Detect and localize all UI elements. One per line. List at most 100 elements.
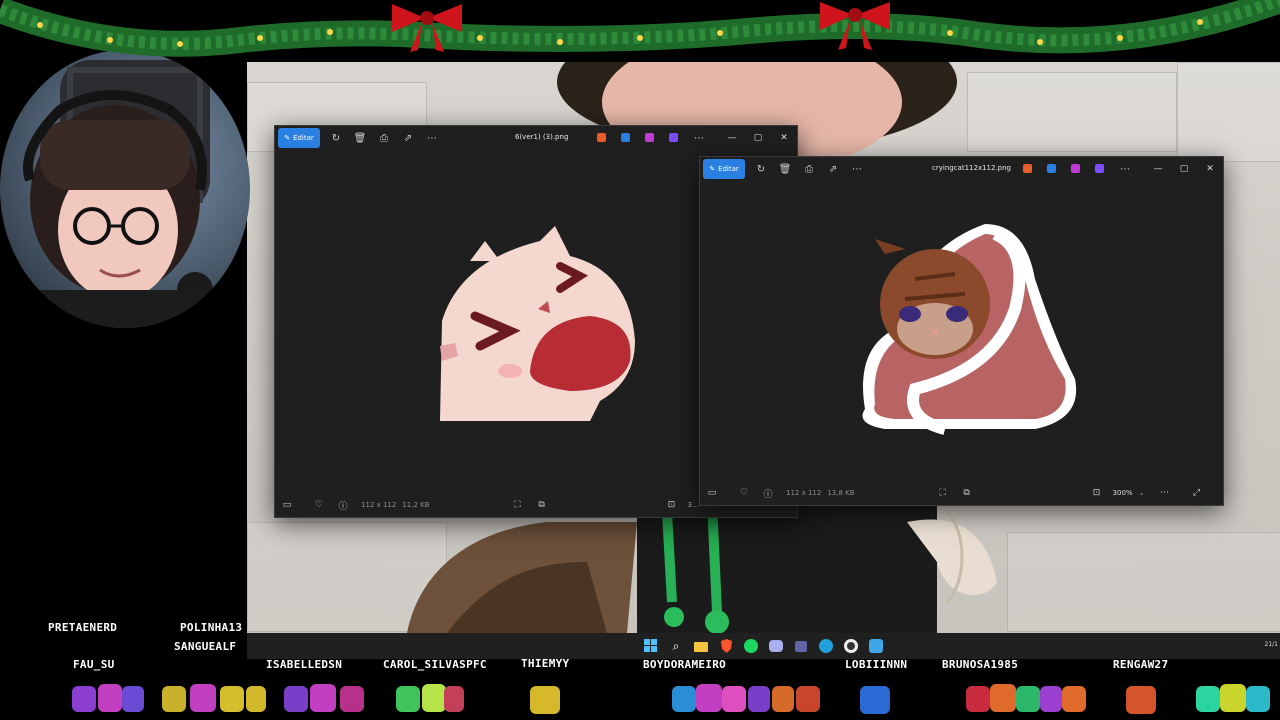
edit-button[interactable]: ✎ Editar bbox=[703, 159, 745, 179]
photo-viewer-window-right[interactable]: ✎ Editar ↻ 🗑 ⎙ ⇗ ⋯ cryingcat112x112.png … bbox=[699, 156, 1224, 506]
overlay-username: BRUNOSA1985 bbox=[942, 658, 1019, 671]
favorite-icon[interactable]: ♡ bbox=[307, 500, 331, 510]
window-controls: — ▢ ✕ bbox=[719, 126, 797, 150]
maximize-icon[interactable]: ▢ bbox=[1171, 157, 1197, 181]
paint-icon[interactable] bbox=[1047, 164, 1056, 173]
overlay-username: CAROL_SILVASPFC bbox=[383, 658, 487, 671]
photos-icon[interactable] bbox=[866, 636, 886, 656]
critter-sprite bbox=[1196, 684, 1270, 712]
clipchamp-icon[interactable] bbox=[669, 133, 678, 142]
overlay-username: THIEMYY bbox=[521, 657, 570, 670]
critter-sprite bbox=[396, 684, 464, 712]
print-icon[interactable]: ⎙ bbox=[372, 128, 396, 148]
overlay-username: RENGAW27 bbox=[1113, 658, 1169, 671]
designer-icon[interactable] bbox=[645, 133, 654, 142]
more-icon[interactable]: ⋯ bbox=[687, 128, 711, 148]
edit-icon: ✎ bbox=[284, 134, 291, 142]
filmstrip-icon[interactable]: ▭ bbox=[700, 488, 724, 498]
copilot-icon[interactable] bbox=[597, 133, 606, 142]
more-icon[interactable]: ⋯ bbox=[420, 128, 444, 148]
search-icon[interactable]: ⌕ bbox=[666, 636, 686, 656]
obs-icon[interactable] bbox=[841, 636, 861, 656]
windows-start-icon[interactable] bbox=[641, 636, 661, 656]
close-icon[interactable]: ✕ bbox=[1197, 157, 1223, 181]
overlay-username: PRETAENERD bbox=[48, 621, 118, 634]
crying-cat-emote bbox=[862, 224, 1077, 435]
delete-icon[interactable]: 🗑 bbox=[348, 128, 372, 148]
more-icon[interactable]: ⋯ bbox=[1152, 488, 1176, 498]
chevron-down-icon[interactable]: ⌄ bbox=[1139, 489, 1145, 497]
laughing-cat-emote bbox=[440, 226, 635, 421]
image-dimensions: 112 x 112 bbox=[361, 501, 397, 509]
designer-icon[interactable] bbox=[1071, 164, 1080, 173]
edit-label: Editar bbox=[293, 134, 314, 142]
teams-icon[interactable] bbox=[791, 636, 811, 656]
share-icon[interactable]: ⇗ bbox=[396, 128, 420, 148]
minimize-icon[interactable]: — bbox=[1145, 157, 1171, 181]
rotate-icon[interactable]: ↻ bbox=[324, 128, 348, 148]
fullscreen-icon[interactable]: ⤢ bbox=[1184, 488, 1208, 498]
overlay-username: SANGUEALF bbox=[174, 640, 237, 653]
brave-browser-icon[interactable] bbox=[716, 636, 736, 656]
file-name: cryingcat112x112.png bbox=[932, 164, 1011, 172]
zoom-level[interactable]: 3... bbox=[688, 501, 699, 509]
fit-icon[interactable]: ⊡ bbox=[1085, 488, 1109, 498]
fit-icon[interactable]: ⊡ bbox=[660, 500, 684, 510]
file-name: 6(ver1) (3).png bbox=[515, 133, 569, 141]
info-icon[interactable]: ⓘ bbox=[756, 487, 780, 500]
critter-sprite bbox=[162, 684, 266, 712]
critter-sprite bbox=[284, 684, 364, 712]
zoom-level[interactable]: 300% bbox=[1113, 489, 1133, 497]
file-size: 11,2 KB bbox=[402, 501, 430, 509]
rotate-icon[interactable]: ↻ bbox=[749, 159, 773, 179]
filmstrip-icon[interactable]: ▭ bbox=[275, 500, 299, 510]
christmas-garland bbox=[0, 0, 1280, 57]
file-size: 13,8 KB bbox=[827, 489, 855, 497]
crop-icon[interactable]: ⧉ bbox=[530, 500, 554, 510]
viewer-titlebar: ✎ Editar ↻ 🗑 ⎙ ⇗ ⋯ cryingcat112x112.png … bbox=[700, 157, 1223, 181]
spotify-icon[interactable] bbox=[741, 636, 761, 656]
critter-sprite bbox=[860, 686, 890, 714]
image-dimensions: 112 x 112 bbox=[786, 489, 822, 497]
share-icon[interactable]: ⇗ bbox=[821, 159, 845, 179]
app-shortcuts bbox=[1023, 164, 1104, 173]
edit-button[interactable]: ✎ Editar bbox=[278, 128, 320, 148]
edge-icon[interactable] bbox=[816, 636, 836, 656]
edit-label: Editar bbox=[718, 165, 739, 173]
critter-sprite bbox=[966, 684, 1086, 712]
maximize-icon[interactable]: ▢ bbox=[745, 126, 771, 150]
copilot-icon[interactable] bbox=[1023, 164, 1032, 173]
critter-sprite bbox=[530, 686, 560, 714]
window-controls: — ▢ ✕ bbox=[1145, 157, 1223, 181]
discord-icon[interactable] bbox=[766, 636, 786, 656]
overlay-username: POLINHA13 bbox=[180, 621, 243, 634]
more-icon[interactable]: ⋯ bbox=[845, 159, 869, 179]
favorite-icon[interactable]: ♡ bbox=[732, 488, 756, 498]
close-icon[interactable]: ✕ bbox=[771, 126, 797, 150]
fit-icon[interactable]: ⛶ bbox=[506, 500, 530, 510]
info-icon[interactable]: ⓘ bbox=[331, 499, 355, 512]
file-explorer-icon[interactable] bbox=[691, 636, 711, 656]
app-shortcuts bbox=[597, 133, 678, 142]
overlay-username: BOYDORAMEIRO bbox=[643, 658, 727, 671]
clipchamp-icon[interactable] bbox=[1095, 164, 1104, 173]
stream-scene: ✎ Editar ↻ 🗑 ⎙ ⇗ ⋯ 6(ver1) (3).png ⋯ — ▢… bbox=[0, 0, 1280, 720]
overlay-username: ISABELLEDSN bbox=[266, 658, 343, 671]
pixel-critters-row bbox=[72, 684, 1270, 714]
paint-icon[interactable] bbox=[621, 133, 630, 142]
taskbar-clock[interactable]: 21/1 bbox=[1265, 641, 1278, 648]
delete-icon[interactable]: 🗑 bbox=[773, 159, 797, 179]
fit-icon[interactable]: ⛶ bbox=[931, 488, 955, 498]
critter-sprite bbox=[72, 684, 144, 712]
minimize-icon[interactable]: — bbox=[719, 126, 745, 150]
print-icon[interactable]: ⎙ bbox=[797, 159, 821, 179]
streamer-avatar bbox=[10, 60, 240, 328]
critter-sprite bbox=[672, 684, 820, 712]
viewer-titlebar: ✎ Editar ↻ 🗑 ⎙ ⇗ ⋯ 6(ver1) (3).png ⋯ — ▢… bbox=[275, 126, 797, 150]
crop-icon[interactable]: ⧉ bbox=[955, 488, 979, 498]
overlay-username: LOBIIINNN bbox=[845, 658, 908, 671]
edit-icon: ✎ bbox=[709, 165, 716, 173]
webcam-feed bbox=[0, 50, 250, 328]
overlay-username: FAU_SU bbox=[73, 658, 115, 671]
more-icon[interactable]: ⋯ bbox=[1113, 159, 1137, 179]
